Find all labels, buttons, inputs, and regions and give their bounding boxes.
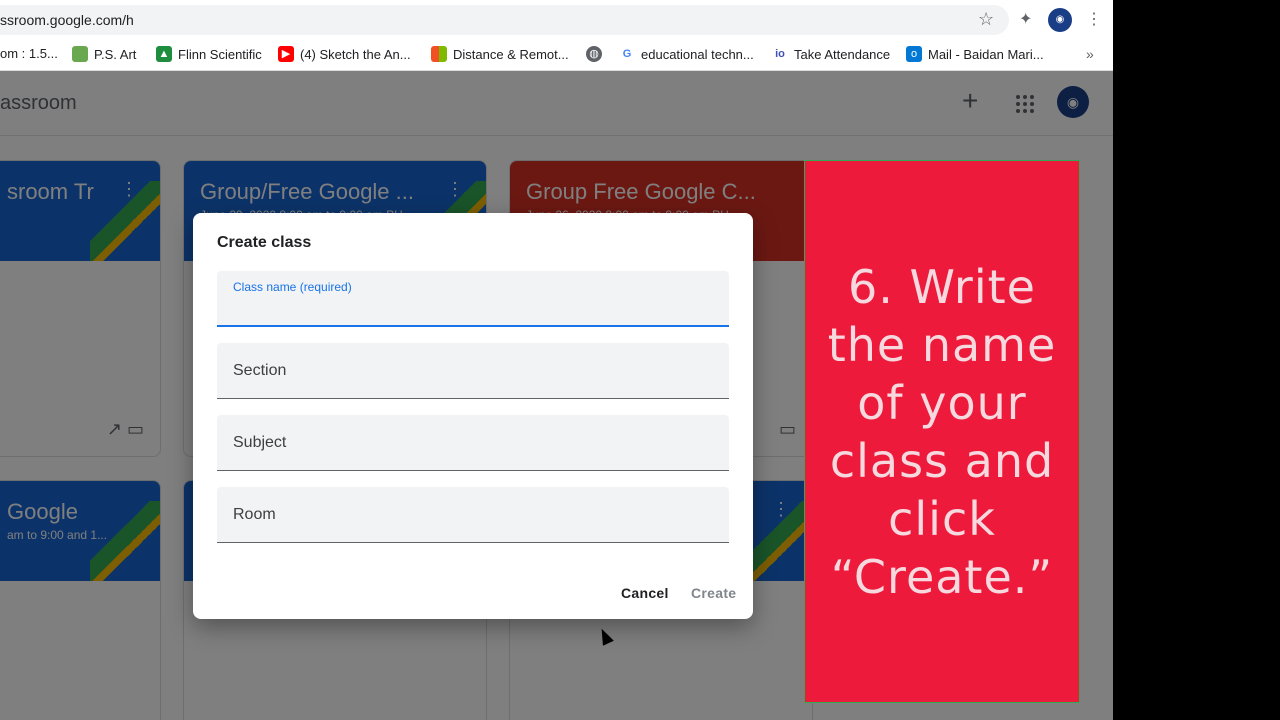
browser-viewport: ssroom.google.com/h ☆ ✦ ◉ ⋮ om : 1.5... … [0,0,1113,720]
address-bar[interactable]: ssroom.google.com/h ☆ [0,5,1009,35]
bookmark-label: (4) Sketch the An... [300,46,411,62]
browser-profile-avatar[interactable]: ◉ [1048,8,1072,32]
bookmark-item[interactable]: ▲ Flinn Scientific [156,46,262,62]
outlook-icon: o [906,46,922,62]
class-name-field[interactable]: Class name (required) [217,271,729,327]
bookmark-item[interactable]: Geducational techn... [619,46,754,62]
bookmark-label: P.S. Art [94,46,137,62]
instruction-text: 6. Write the name of your class and clic… [827,259,1057,604]
chevron-double-right-icon: » [1086,46,1094,62]
browser-toolbar: ssroom.google.com/h ☆ ✦ ◉ ⋮ [0,0,1113,40]
cancel-button[interactable]: Cancel [621,585,669,601]
globe-icon: ◍ [586,46,602,62]
ps-art-icon [72,46,88,62]
subject-label: Subject [233,434,287,451]
create-class-dialog: Create class Class name (required) Secti… [193,213,753,619]
black-margin [1113,0,1280,720]
microsoft-icon [431,46,447,62]
class-name-label: Class name (required) [233,280,352,294]
browser-menu-icon[interactable]: ⋮ [1086,9,1102,29]
bookmark-label: om : 1.5... [0,46,58,61]
room-field[interactable]: Room [217,487,729,543]
instruction-panel: 6. Write the name of your class and clic… [804,160,1080,703]
youtube-icon: ▶ [278,46,294,62]
create-button[interactable]: Create [691,585,736,601]
bookmark-item[interactable]: om : 1.5... [0,46,58,61]
bookmark-label: Mail - Baidan Mari... [928,46,1044,62]
bookmark-item[interactable]: ◍ [586,46,608,62]
bookmark-item[interactable]: ▶ (4) Sketch the An... [278,46,411,62]
bookmark-label: educational techn... [641,46,754,62]
bookmark-label: Flinn Scientific [178,46,262,62]
bookmark-item[interactable]: P.S. Art [72,46,136,62]
section-label: Section [233,362,287,379]
class-name-input[interactable] [233,299,717,319]
bookmarks-bar: om : 1.5... P.S. Art ▲ Flinn Scientific ▶… [0,40,1113,71]
section-field[interactable]: Section [217,343,729,399]
url-text: ssroom.google.com/h [0,12,134,28]
google-icon: G [619,46,635,62]
bookmark-star-icon[interactable]: ☆ [978,9,994,30]
io-icon: io [772,46,788,62]
bookmark-item[interactable]: Distance & Remot... [431,46,569,62]
bookmark-label: Distance & Remot... [453,46,569,62]
subject-field[interactable]: Subject [217,415,729,471]
bookmark-label: Take Attendance [794,46,891,62]
bookmarks-overflow[interactable]: » [1086,46,1094,62]
dialog-title: Create class [217,234,312,251]
bookmark-item[interactable]: io Take Attendance [772,46,890,62]
room-label: Room [233,506,276,523]
flask-icon: ▲ [156,46,172,62]
extensions-icon[interactable]: ✦ [1019,9,1032,29]
bookmark-item[interactable]: o Mail - Baidan Mari... [906,46,1044,62]
